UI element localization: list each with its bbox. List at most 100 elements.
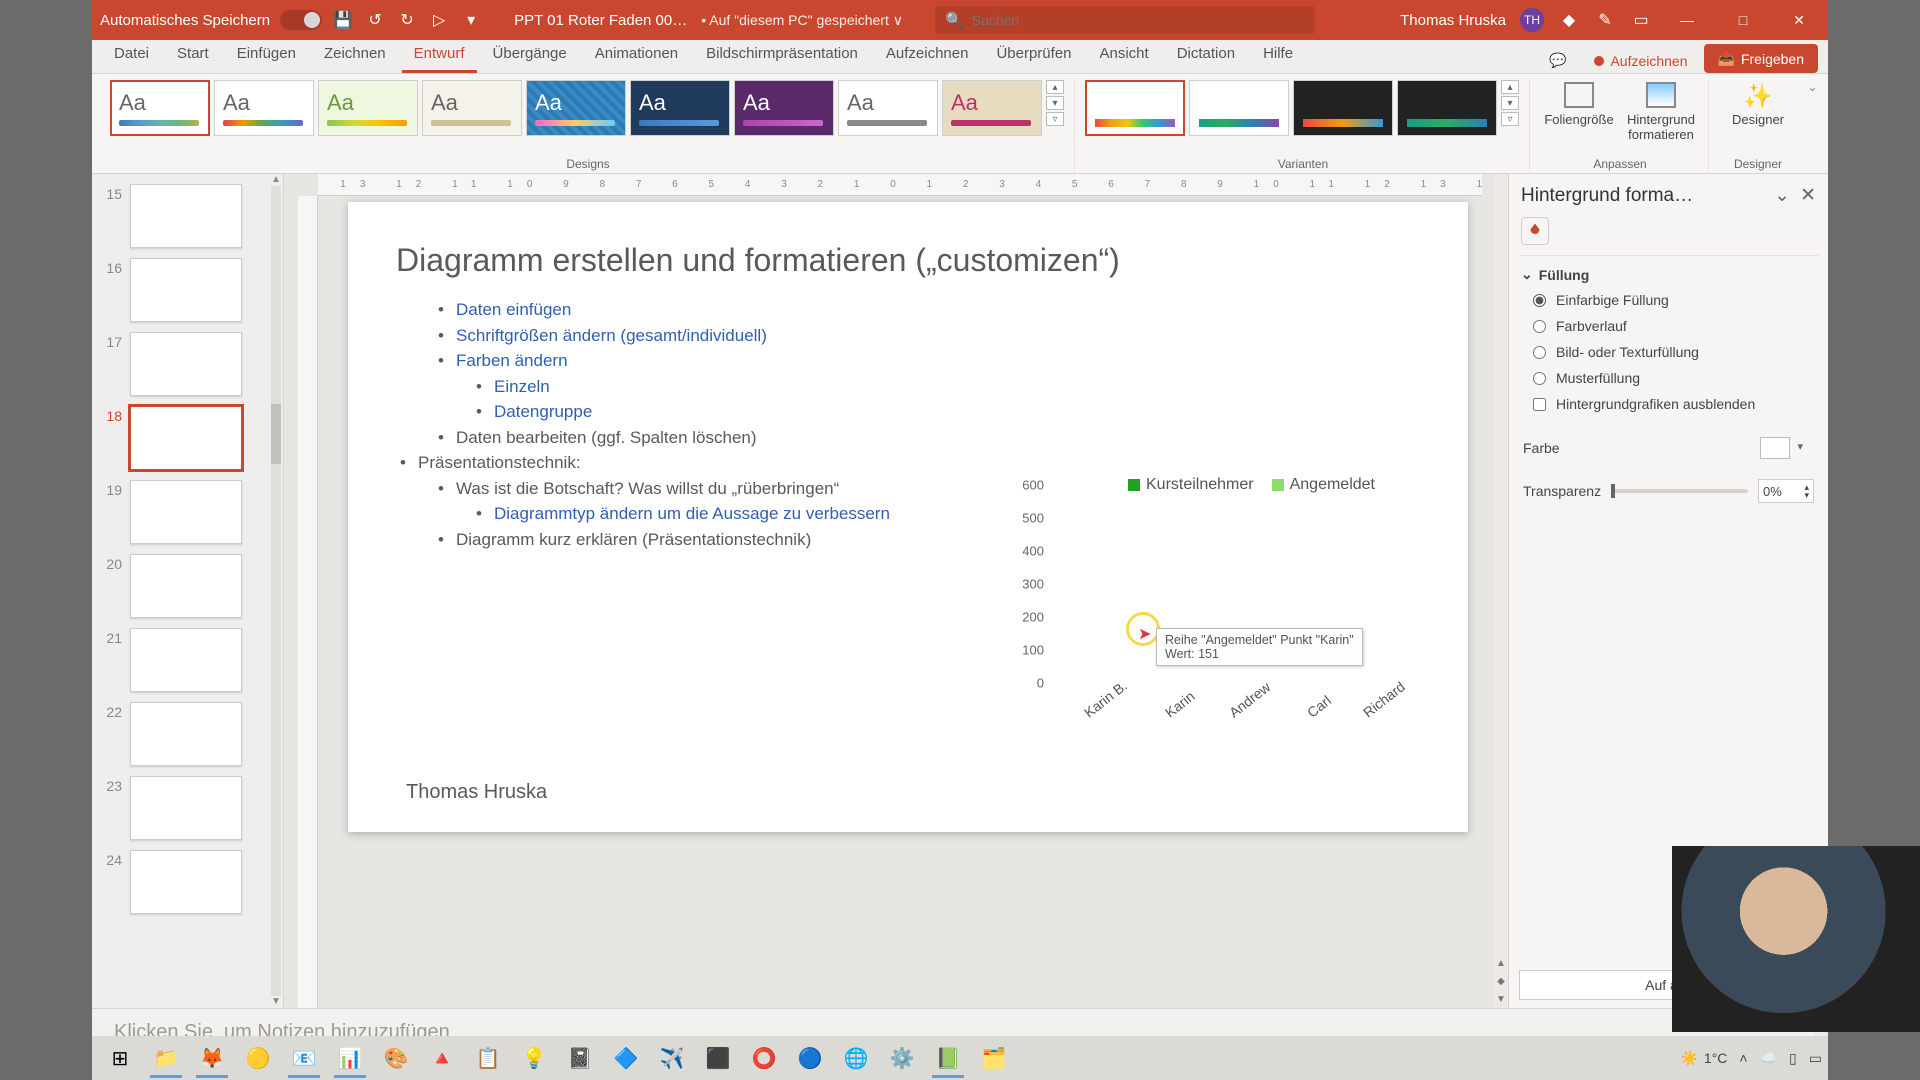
- opt-solid-fill[interactable]: Einfarbige Füllung: [1509, 287, 1828, 313]
- search-input[interactable]: [972, 12, 1305, 28]
- user-avatar[interactable]: TH: [1520, 8, 1544, 32]
- tray-onedrive-icon[interactable]: ☁️: [1760, 1050, 1777, 1067]
- tab-ueberpruefen[interactable]: Überprüfen: [984, 39, 1083, 73]
- taskbar-settings-icon[interactable]: ⚙️: [880, 1038, 924, 1078]
- theme-card[interactable]: Aa: [214, 80, 314, 136]
- tab-start[interactable]: Start: [165, 39, 221, 73]
- taskbar-explorer-icon[interactable]: 📁: [144, 1038, 188, 1078]
- share-button[interactable]: 📤 Freigeben: [1704, 44, 1818, 73]
- theme-card[interactable]: Aa: [110, 80, 210, 136]
- taskbar-onenote-icon[interactable]: 📓: [558, 1038, 602, 1078]
- slide-thumb[interactable]: 17: [100, 332, 261, 396]
- variant-card[interactable]: [1293, 80, 1393, 136]
- opt-gradient-fill[interactable]: Farbverlauf: [1509, 313, 1828, 339]
- transparency-slider[interactable]: [1611, 489, 1748, 493]
- window-mode-icon[interactable]: ▭: [1630, 9, 1652, 31]
- tray-battery-icon[interactable]: ▯: [1789, 1050, 1797, 1067]
- scroll-up-icon[interactable]: ▴: [1501, 80, 1519, 94]
- bullet-item[interactable]: Daten bearbeiten (ggf. Spalten löschen): [434, 425, 1420, 451]
- undo-icon[interactable]: ↺: [364, 9, 386, 31]
- opt-pattern-fill[interactable]: Musterfüllung: [1509, 365, 1828, 391]
- thumbnail-scrollbar[interactable]: ▲ ▼: [269, 174, 283, 1008]
- theme-card[interactable]: Aa: [630, 80, 730, 136]
- slide-thumb[interactable]: 19: [100, 480, 261, 544]
- variants-more[interactable]: ▴ ▾ ▿: [1501, 80, 1521, 126]
- save-status[interactable]: • Auf "diesem PC" gespeichert ∨: [701, 12, 903, 29]
- tray-app-icon[interactable]: ▭: [1809, 1050, 1822, 1067]
- bullet-item[interactable]: Datengruppe: [472, 399, 1420, 425]
- user-name[interactable]: Thomas Hruska: [1400, 12, 1506, 29]
- slide-thumb[interactable]: 16: [100, 258, 261, 322]
- tab-ansicht[interactable]: Ansicht: [1088, 39, 1161, 73]
- slide-thumb[interactable]: 24: [100, 850, 261, 914]
- pane-dropdown-icon[interactable]: ⌄: [1774, 184, 1790, 207]
- tab-aufzeichnen[interactable]: Aufzeichnen: [874, 39, 981, 73]
- prev-slide-icon[interactable]: ▲: [1496, 958, 1506, 969]
- start-button[interactable]: ⊞: [98, 1038, 142, 1078]
- bullet-item[interactable]: Farben ändern: [434, 348, 1420, 374]
- tray-chevron-icon[interactable]: ˄: [1739, 1050, 1747, 1066]
- theme-card[interactable]: Aa: [734, 80, 834, 136]
- tab-hilfe[interactable]: Hilfe: [1251, 39, 1305, 73]
- theme-card[interactable]: Aa: [318, 80, 418, 136]
- chart[interactable]: Kursteilnehmer Angemeldet 01002003004005…: [1008, 472, 1408, 752]
- document-title[interactable]: PPT 01 Roter Faden 00…: [514, 12, 687, 29]
- taskbar-app-icon[interactable]: 🌐: [834, 1038, 878, 1078]
- theme-card[interactable]: Aa: [942, 80, 1042, 136]
- scroll-down-icon[interactable]: ▼: [269, 996, 283, 1008]
- tab-zeichnen[interactable]: Zeichnen: [312, 39, 398, 73]
- quick-access-more-icon[interactable]: ▾: [460, 9, 482, 31]
- scroll-up-icon[interactable]: ▴: [1046, 80, 1064, 94]
- variant-card[interactable]: [1397, 80, 1497, 136]
- opt-picture-fill[interactable]: Bild- oder Texturfüllung: [1509, 339, 1828, 365]
- theme-card[interactable]: Aa: [838, 80, 938, 136]
- diamond-icon[interactable]: ◆: [1558, 9, 1580, 31]
- tab-einfuegen[interactable]: Einfügen: [225, 39, 308, 73]
- comments-icon[interactable]: 💬: [1537, 48, 1578, 73]
- taskbar-app-icon[interactable]: 💡: [512, 1038, 556, 1078]
- taskbar-excel-icon[interactable]: 📗: [926, 1038, 970, 1078]
- expand-gallery-icon[interactable]: ▿: [1046, 112, 1064, 126]
- minimize-button[interactable]: —: [1666, 0, 1708, 40]
- editor-scrollbar[interactable]: ▲◆▼: [1494, 174, 1508, 1008]
- taskbar-app-icon[interactable]: ⭕: [742, 1038, 786, 1078]
- bullet-item[interactable]: Einzeln: [472, 374, 1420, 400]
- weather-widget[interactable]: ☀️ 1°C: [1680, 1050, 1727, 1067]
- scroll-down-icon[interactable]: ▾: [1046, 96, 1064, 110]
- color-picker[interactable]: [1760, 437, 1790, 459]
- tab-bildschirm[interactable]: Bildschirmpräsentation: [694, 39, 870, 73]
- save-icon[interactable]: 💾: [332, 9, 354, 31]
- record-button[interactable]: Aufzeichnen: [1582, 49, 1699, 73]
- next-slide-icon[interactable]: ▼: [1496, 994, 1506, 1005]
- slide-thumb[interactable]: 20: [100, 554, 261, 618]
- taskbar-app-icon[interactable]: ⬛: [696, 1038, 740, 1078]
- slide-thumb[interactable]: 15: [100, 184, 261, 248]
- maximize-button[interactable]: □: [1722, 0, 1764, 40]
- themes-more[interactable]: ▴ ▾ ▿: [1046, 80, 1066, 126]
- chart-plot[interactable]: 0100200300400500600: [1050, 500, 1408, 698]
- scroll-up-icon[interactable]: ▲: [269, 174, 283, 186]
- slide-size-button[interactable]: Foliengröße: [1540, 80, 1618, 150]
- search-box[interactable]: 🔍: [935, 6, 1315, 34]
- slide-thumb[interactable]: 18: [100, 406, 261, 470]
- taskbar-app-icon[interactable]: 📋: [466, 1038, 510, 1078]
- tab-datei[interactable]: Datei: [102, 39, 161, 73]
- tab-entwurf[interactable]: Entwurf: [402, 39, 477, 73]
- taskbar-app-icon[interactable]: 🎨: [374, 1038, 418, 1078]
- autosave-toggle[interactable]: [280, 10, 322, 30]
- redo-icon[interactable]: ↻: [396, 9, 418, 31]
- variant-card[interactable]: [1085, 80, 1185, 136]
- bullet-item[interactable]: Schriftgrößen ändern (gesamt/individuell…: [434, 323, 1420, 349]
- slide-thumb[interactable]: 23: [100, 776, 261, 840]
- system-tray[interactable]: ☀️ 1°C ˄ ☁️ ▯ ▭: [1680, 1050, 1822, 1067]
- theme-card[interactable]: Aa: [526, 80, 626, 136]
- taskbar-telegram-icon[interactable]: ✈️: [650, 1038, 694, 1078]
- expand-gallery-icon[interactable]: ▿: [1501, 112, 1519, 126]
- variant-card[interactable]: [1189, 80, 1289, 136]
- designer-button[interactable]: ✨Designer: [1719, 80, 1797, 150]
- slide-canvas[interactable]: Diagramm erstellen und formatieren („cus…: [348, 202, 1468, 832]
- scroll-down-icon[interactable]: ▾: [1501, 96, 1519, 110]
- taskbar-firefox-icon[interactable]: 🦊: [190, 1038, 234, 1078]
- slide-thumb[interactable]: 22: [100, 702, 261, 766]
- format-background-button[interactable]: Hintergrund formatieren: [1622, 80, 1700, 150]
